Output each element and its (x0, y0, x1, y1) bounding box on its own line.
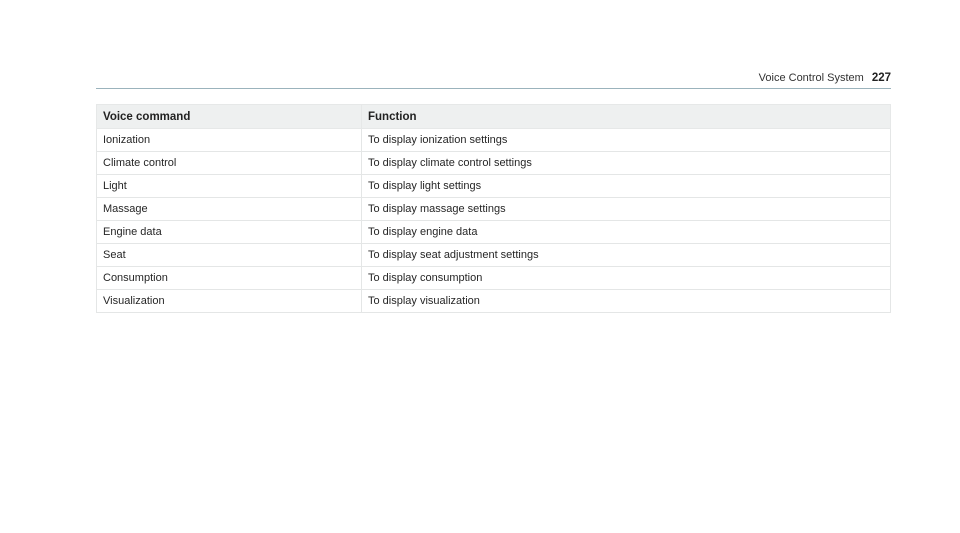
voice-command-cell: Visualization (96, 289, 362, 313)
table-row: Seat To display seat adjustment settings (96, 243, 891, 267)
page-number: 227 (871, 72, 891, 84)
function-cell: To display massage settings (361, 197, 891, 221)
function-cell: To display consumption (361, 266, 891, 290)
column-header-function: Function (361, 104, 891, 129)
voice-command-cell: Climate control (96, 151, 362, 175)
function-cell: To display visualization (361, 289, 891, 313)
section-title: Voice Control System (758, 72, 864, 84)
voice-command-cell: Light (96, 174, 362, 198)
voice-command-cell: Engine data (96, 220, 362, 244)
function-cell: To display climate control settings (361, 151, 891, 175)
table-row: Light To display light settings (96, 174, 891, 198)
table-row: Climate control To display climate contr… (96, 151, 891, 175)
voice-command-cell: Massage (96, 197, 362, 221)
voice-command-table: Voice command Function Ionization To dis… (96, 104, 891, 313)
table-row: Engine data To display engine data (96, 220, 891, 244)
header-divider (96, 88, 891, 89)
table-row: Consumption To display consumption (96, 266, 891, 290)
function-cell: To display ionization settings (361, 128, 891, 152)
voice-command-cell: Consumption (96, 266, 362, 290)
table-row: Massage To display massage settings (96, 197, 891, 221)
table-header-row: Voice command Function (96, 104, 891, 129)
column-header-voice-command: Voice command (96, 104, 362, 129)
voice-command-cell: Ionization (96, 128, 362, 152)
table-row: Visualization To display visualization (96, 289, 891, 313)
function-cell: To display light settings (361, 174, 891, 198)
function-cell: To display engine data (361, 220, 891, 244)
table-row: Ionization To display ionization setting… (96, 128, 891, 152)
voice-command-cell: Seat (96, 243, 362, 267)
function-cell: To display seat adjustment settings (361, 243, 891, 267)
page-header: Voice Control System 227 (759, 72, 891, 84)
